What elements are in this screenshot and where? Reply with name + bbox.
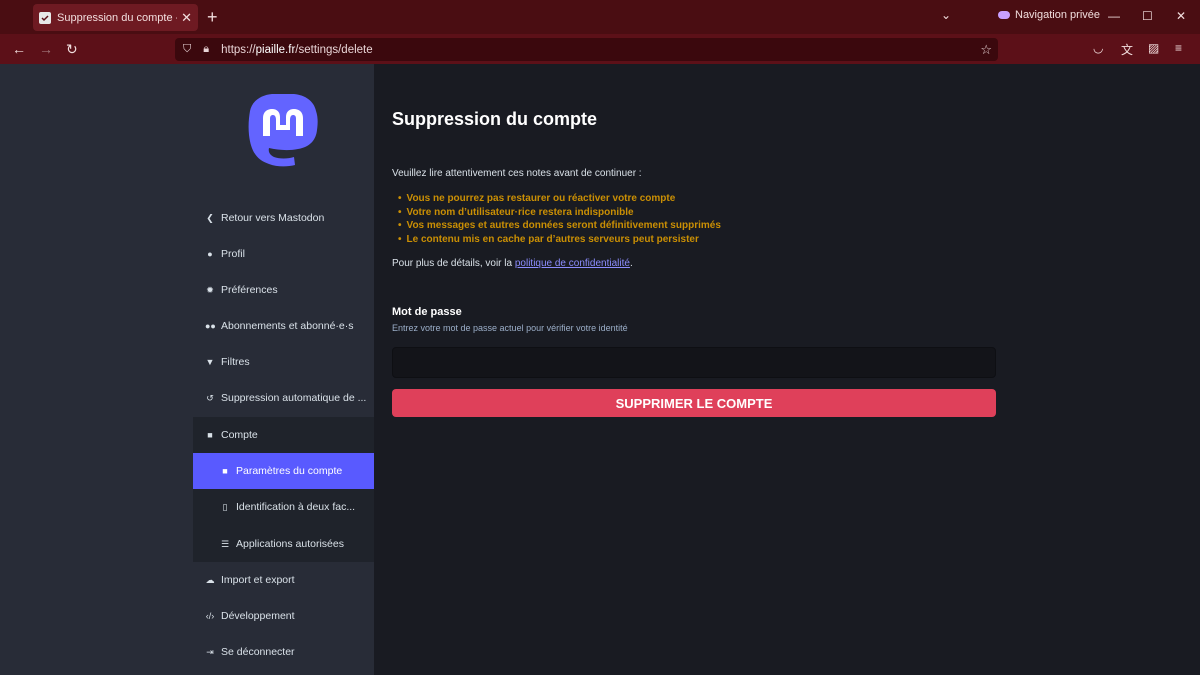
window-close-icon[interactable]: ✕	[1176, 9, 1186, 23]
sign-out-icon: ⇥	[206, 646, 214, 657]
sidebar-item-back-to-mastodon[interactable]: ❮ Retour vers Mastodon	[193, 200, 374, 236]
filter-icon: ▼	[205, 357, 215, 367]
chevron-left-icon: ❮	[206, 212, 214, 223]
maximize-icon[interactable]: ☐	[1142, 9, 1153, 23]
sidebar-item-filters[interactable]: ▼ Filtres	[193, 344, 374, 380]
intro-text: Veuillez lire attentivement ces notes av…	[392, 168, 642, 179]
list-item: Le contenu mis en cache par d’autres ser…	[398, 233, 721, 247]
sidebar-item-label: Compte	[221, 429, 258, 441]
warning-list: Vous ne pourrez pas restaurer ou réactiv…	[398, 192, 721, 246]
favicon-icon	[39, 11, 51, 24]
users-icon: ●●	[205, 321, 216, 331]
sidebar-item-authorized-apps[interactable]: ☰ Applications autorisées	[193, 526, 374, 562]
sidebar-item-development[interactable]: ‹/› Développement	[193, 598, 374, 634]
private-browsing-label: Navigation privée	[1015, 9, 1100, 21]
cloud-download-icon: ☁	[205, 574, 215, 585]
sidebar-item-label: Retour vers Mastodon	[221, 212, 325, 224]
list-item: Vous ne pourrez pas restaurer ou réactiv…	[398, 192, 721, 206]
browser-tab-bar: Suppression du compte - Piaille ✕ + ⌄ Na…	[0, 0, 1200, 34]
sidebar-item-label: Applications autorisées	[236, 538, 344, 550]
mobile-icon: ▯	[222, 501, 228, 512]
history-icon: ↺	[206, 392, 214, 403]
sidebar-item-preferences[interactable]: ✹ Préférences	[193, 272, 374, 308]
pocket-icon[interactable]: ◡	[1093, 41, 1103, 55]
lock-icon[interactable]: 🔒︎	[203, 43, 209, 56]
password-input[interactable]	[392, 347, 996, 378]
translate-icon[interactable]: 文	[1121, 41, 1133, 58]
reload-icon[interactable]: ↻	[66, 41, 78, 58]
page-title: Suppression du compte	[392, 109, 598, 129]
tab-title: Suppression du compte - Piaille	[57, 11, 177, 24]
delete-account-button[interactable]: SUPPRIMER LE COMPTE	[392, 389, 996, 417]
sidebar-item-logout[interactable]: ⇥ Se déconnecter	[193, 634, 374, 670]
sidebar-item-auto-delete[interactable]: ↺ Suppression automatique de ...	[193, 380, 374, 416]
url-text[interactable]: https://piaille.fr/settings/delete	[221, 44, 373, 56]
password-hint: Entrez votre mot de passe actuel pour vé…	[392, 323, 628, 333]
user-icon: ●	[207, 249, 213, 259]
password-label: Mot de passe	[392, 306, 462, 318]
sidebar-item-label: Suppression automatique de ...	[221, 392, 367, 404]
sidebar-item-label: Profil	[221, 248, 245, 260]
forward-icon[interactable]: →	[39, 41, 53, 57]
cog-icon: ✹	[206, 284, 214, 295]
menu-icon[interactable]: ≡	[1175, 41, 1182, 55]
tab-close-icon[interactable]: ✕	[181, 10, 192, 26]
sidebar-item-label: Développement	[221, 610, 295, 622]
sidebar-item-relationships[interactable]: ●● Abonnements et abonné·e·s	[193, 308, 374, 344]
sidebar-item-label: Paramètres du compte	[236, 465, 343, 477]
new-tab-icon[interactable]: +	[207, 7, 218, 28]
bookmark-star-icon[interactable]: ☆	[980, 42, 992, 58]
sidebar-item-profile[interactable]: ● Profil	[193, 236, 374, 272]
privacy-policy-link[interactable]: politique de confidentialité	[515, 258, 630, 269]
lock-icon: ■	[222, 466, 228, 476]
list-item: Vos messages et autres données seront dé…	[398, 219, 721, 233]
sidebar-item-label: Se déconnecter	[221, 646, 295, 658]
back-icon[interactable]: ←	[12, 41, 26, 57]
minimize-icon[interactable]: —	[1108, 9, 1120, 23]
sidebar-item-account[interactable]: ■ Compte	[193, 417, 374, 453]
shield-icon[interactable]: ⛉	[183, 43, 191, 56]
sidebar-item-import-export[interactable]: ☁ Import et export	[193, 562, 374, 598]
tab-list-chevron-icon[interactable]: ⌄	[941, 8, 951, 22]
sidebar-item-label: Identification à deux fac...	[236, 501, 356, 513]
sidebar-item-account-settings[interactable]: ■ Paramètres du compte	[193, 453, 374, 489]
private-mask-icon	[998, 11, 1010, 19]
code-icon: ‹/›	[205, 611, 215, 621]
sidebar-item-label: Abonnements et abonné·e·s	[221, 320, 354, 332]
list-item: Votre nom d’utilisateur·rice restera ind…	[398, 206, 721, 220]
list-icon: ☰	[220, 538, 230, 549]
browser-tab[interactable]: Suppression du compte - Piaille ✕	[33, 4, 198, 31]
extension-icon[interactable]: ▨	[1148, 41, 1159, 55]
sidebar-item-two-factor[interactable]: ▯ Identification à deux fac...	[193, 489, 374, 525]
private-browsing-indicator: Navigation privée	[998, 9, 1100, 21]
page: ❮ Retour vers Mastodon ● Profil ✹ Préfér…	[0, 64, 1200, 675]
mastodon-logo-icon[interactable]	[248, 94, 318, 170]
sidebar-item-label: Préférences	[221, 284, 278, 296]
lock-icon: ■	[207, 430, 213, 440]
url-bar[interactable]: ⛉ 🔒︎ https://piaille.fr/settings/delete …	[175, 38, 998, 61]
details-text: Pour plus de détails, voir la politique …	[392, 258, 633, 269]
sidebar-item-label: Import et export	[221, 574, 295, 586]
sidebar-item-label: Filtres	[221, 356, 250, 368]
